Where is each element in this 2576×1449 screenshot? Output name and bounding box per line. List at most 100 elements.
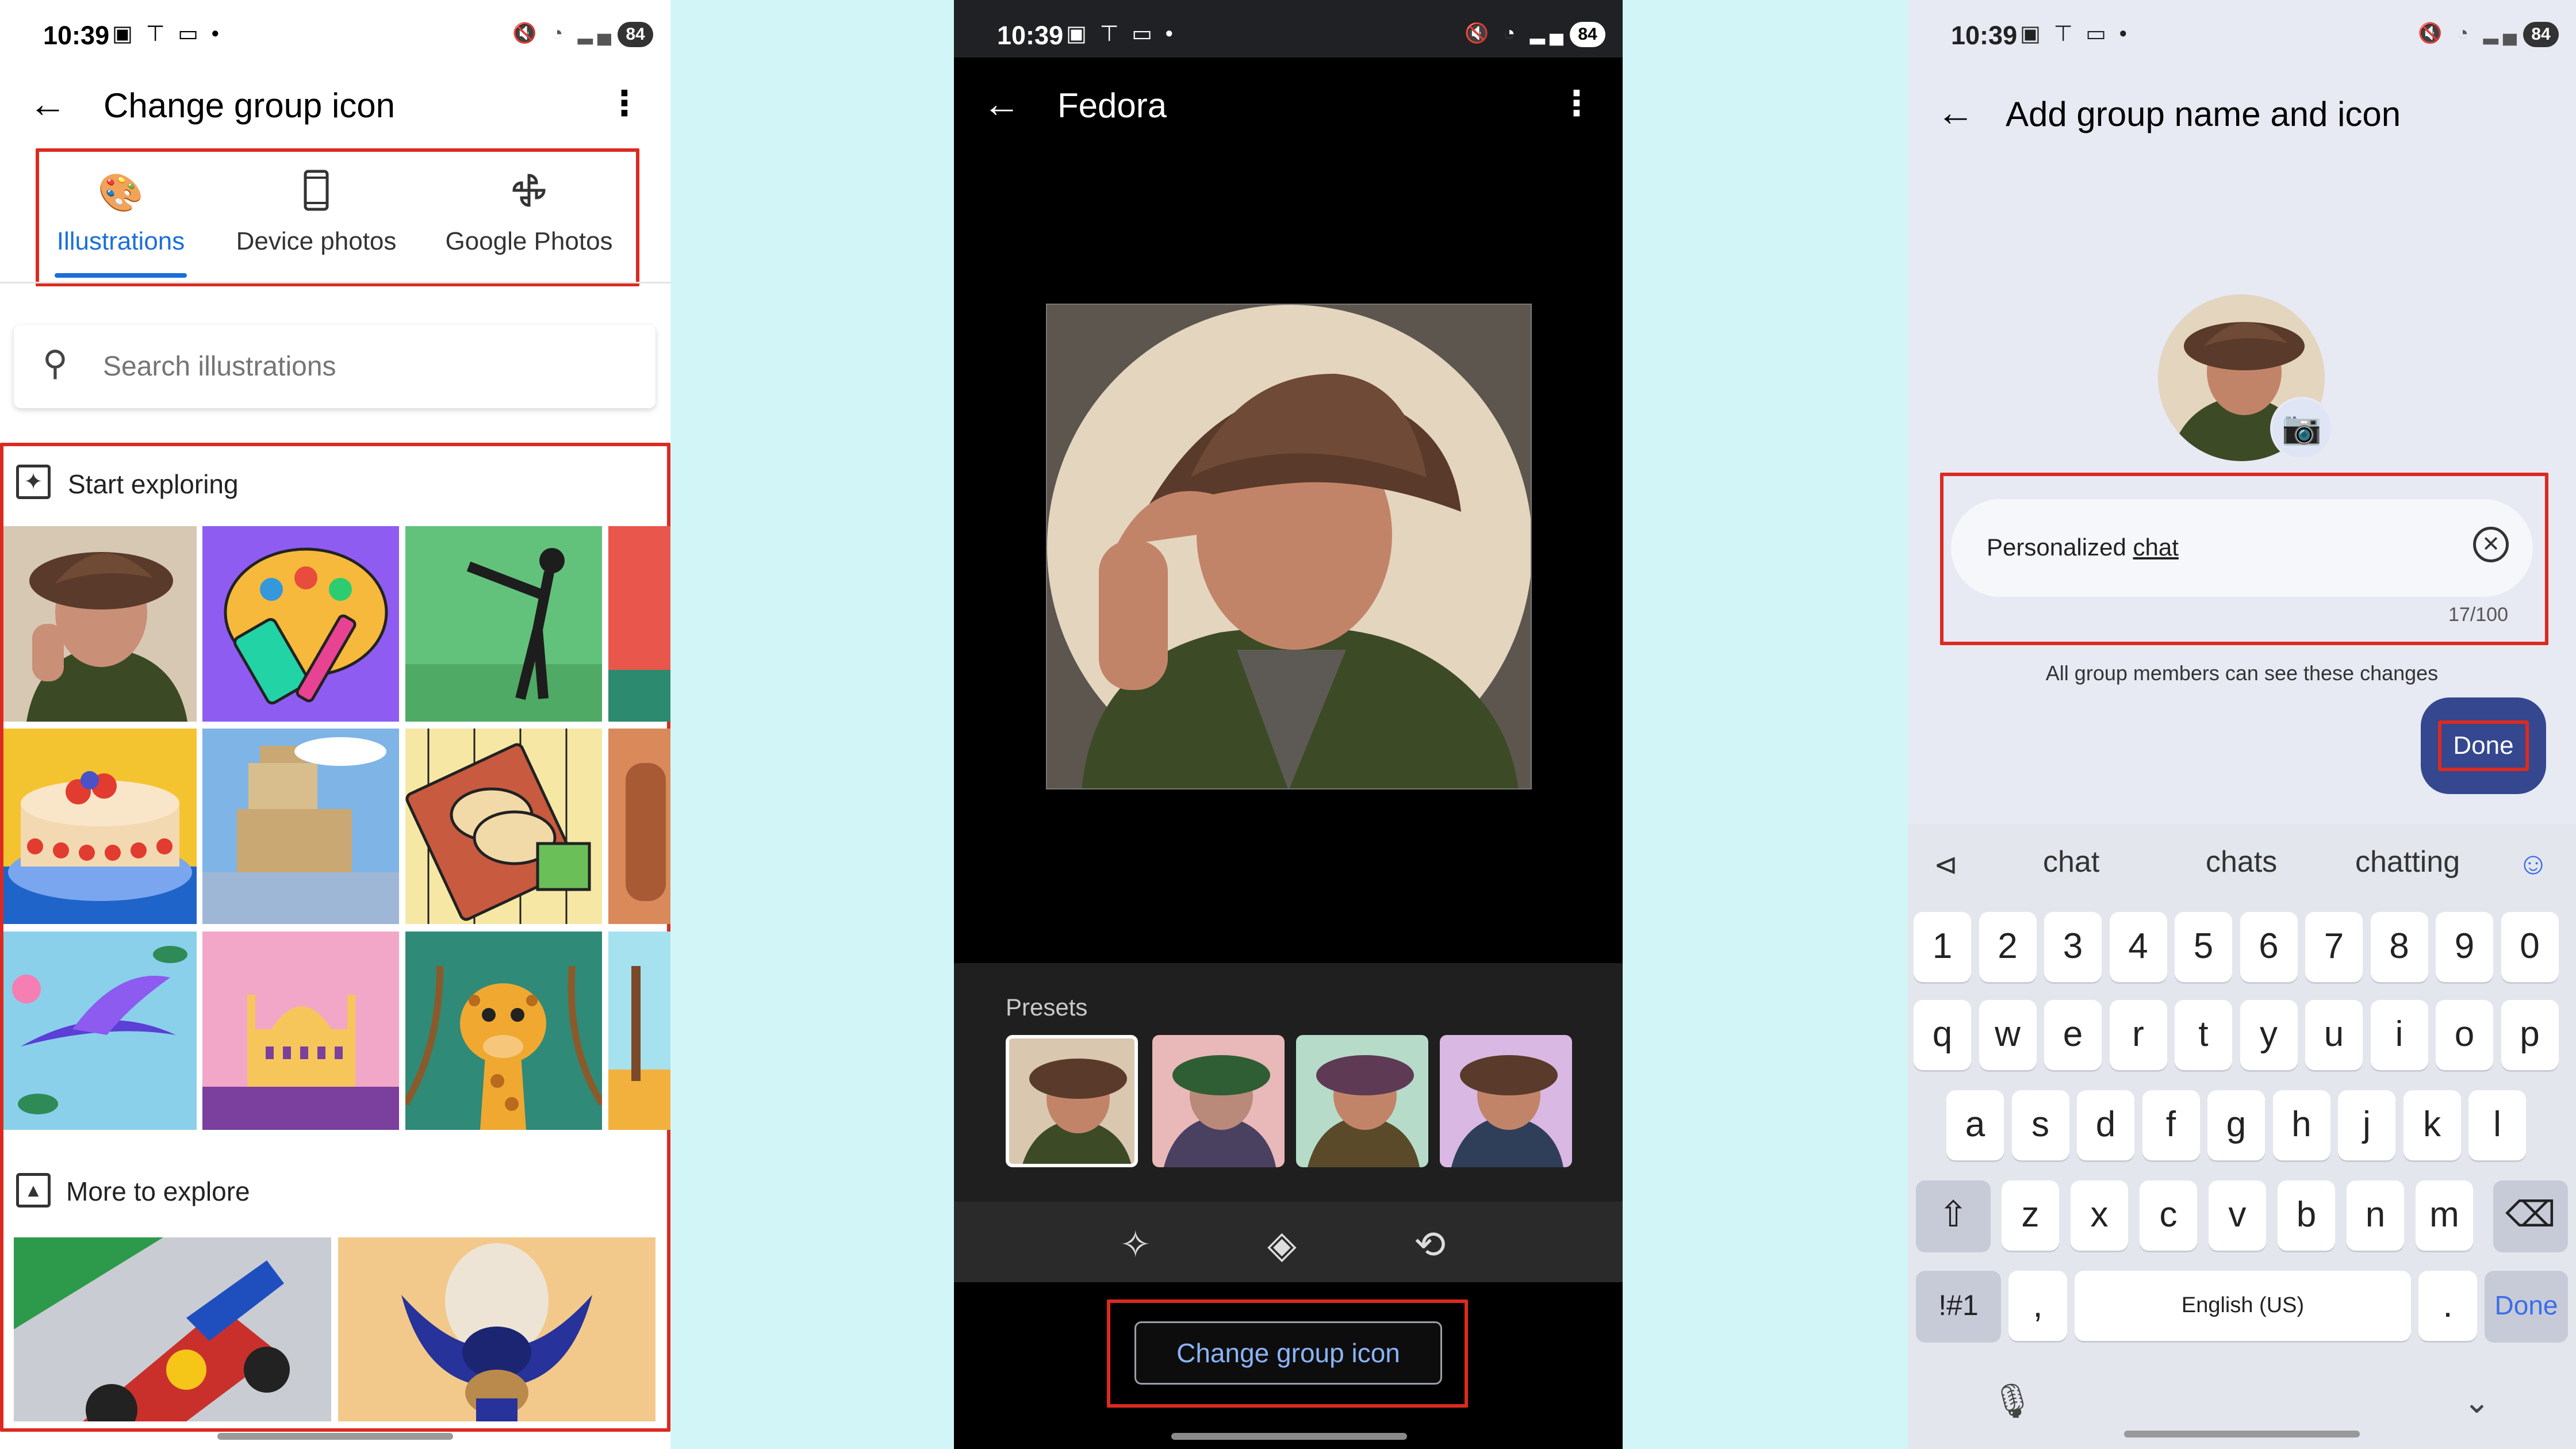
letter-key[interactable]: s bbox=[2011, 1090, 2069, 1160]
period-key[interactable]: . bbox=[2418, 1271, 2477, 1341]
letter-key[interactable]: l bbox=[2468, 1090, 2526, 1160]
back-arrow-icon[interactable]: ← bbox=[1937, 92, 1975, 132]
highlight-name-field bbox=[1940, 473, 2548, 645]
status-icons-right: 🔇 ◔ ▂▄ bbox=[2418, 22, 2521, 44]
symbols-key[interactable]: !#1 bbox=[1916, 1271, 2001, 1341]
illustration-tile-race-car[interactable] bbox=[14, 1237, 331, 1421]
hide-keyboard-icon[interactable]: ⌄ bbox=[2463, 1383, 2490, 1421]
letter-key[interactable]: c bbox=[2140, 1180, 2197, 1251]
letter-key[interactable]: a bbox=[1946, 1090, 2004, 1160]
space-key[interactable]: English (US) bbox=[2075, 1271, 2411, 1341]
microphone-icon[interactable]: 🎙 bbox=[1991, 1382, 2034, 1421]
highlight-change-button bbox=[1107, 1300, 1468, 1408]
suggestion-3[interactable]: chatting bbox=[2355, 845, 2460, 879]
done-key[interactable]: Done bbox=[2485, 1271, 2568, 1341]
number-key[interactable]: 0 bbox=[2501, 912, 2559, 982]
number-key[interactable]: 5 bbox=[2175, 912, 2232, 982]
keyboard: ⊲ chat chats chatting ☺ 1234567890 qwert… bbox=[1908, 824, 2576, 1449]
number-key[interactable]: 6 bbox=[2240, 912, 2298, 982]
preset-lilac[interactable] bbox=[1440, 1035, 1572, 1167]
backspace-key[interactable]: ⌫ bbox=[2493, 1180, 2568, 1251]
letter-key[interactable]: b bbox=[2278, 1180, 2335, 1251]
gallery-icon: ▲ bbox=[16, 1173, 51, 1208]
number-key[interactable]: 7 bbox=[2305, 912, 2363, 982]
camera-icon[interactable]: 📷 bbox=[2270, 397, 2333, 460]
illustration-tile-partial-1[interactable] bbox=[608, 526, 670, 722]
preset-mint[interactable] bbox=[1296, 1035, 1428, 1167]
status-icons-right: 🔇 ◔ ▂▄ bbox=[512, 22, 616, 44]
app-bar: ← Add group name and icon bbox=[1908, 86, 2576, 144]
illustration-tile-partial-3[interactable] bbox=[608, 931, 670, 1130]
sticker-icon[interactable]: ☺ bbox=[2517, 846, 2549, 881]
done-button[interactable]: Done bbox=[2438, 720, 2529, 771]
letter-key[interactable]: q bbox=[1914, 1000, 1971, 1070]
illustration-tile-scarab[interactable] bbox=[338, 1237, 656, 1421]
letter-key[interactable]: m bbox=[2416, 1180, 2473, 1251]
more-options-icon[interactable]: ⋮ bbox=[1559, 83, 1594, 124]
letter-key[interactable]: g bbox=[2207, 1090, 2265, 1160]
comma-key[interactable]: , bbox=[2008, 1271, 2067, 1341]
illustration-tile-tower[interactable] bbox=[202, 729, 399, 924]
letter-key[interactable]: n bbox=[2347, 1180, 2404, 1251]
letter-key[interactable]: v bbox=[2209, 1180, 2266, 1251]
battery-badge: 84 bbox=[1570, 22, 1605, 47]
number-key[interactable]: 9 bbox=[2436, 912, 2493, 982]
more-options-icon[interactable]: ⋮ bbox=[607, 83, 642, 124]
illustration-tile-cake[interactable] bbox=[3, 729, 197, 924]
letter-key[interactable]: t bbox=[2175, 1000, 2232, 1070]
letter-key[interactable]: o bbox=[2436, 1000, 2493, 1070]
letter-key[interactable]: u bbox=[2305, 1000, 2363, 1070]
letter-key[interactable]: k bbox=[2403, 1090, 2461, 1160]
illustration-tile-bird[interactable] bbox=[3, 931, 197, 1130]
illustration-tile-fedora[interactable] bbox=[3, 526, 197, 722]
back-arrow-icon[interactable]: ← bbox=[983, 83, 1021, 124]
search-input[interactable] bbox=[103, 348, 563, 385]
crop-rotate-icon[interactable]: ⟲ bbox=[1414, 1222, 1446, 1267]
status-icons-right: 🔇 ◔ ▂▄ bbox=[1465, 22, 1568, 44]
letter-key[interactable]: e bbox=[2044, 1000, 2102, 1070]
letter-key[interactable]: f bbox=[2142, 1090, 2200, 1160]
back-arrow-icon[interactable]: ← bbox=[29, 83, 67, 124]
search-bar[interactable]: ⚲ bbox=[14, 325, 656, 408]
crop-preview[interactable] bbox=[1046, 304, 1532, 789]
letter-key[interactable]: w bbox=[1979, 1000, 2037, 1070]
illustration-tile-giraffe[interactable] bbox=[405, 931, 602, 1130]
page-title: Fedora bbox=[1057, 86, 1167, 125]
preset-original[interactable] bbox=[1006, 1035, 1138, 1167]
sparkle-add-icon: ✦ bbox=[16, 465, 51, 499]
home-indicator bbox=[1171, 1433, 1407, 1440]
illustration-tile-partial-2[interactable] bbox=[608, 729, 670, 924]
suggestion-2[interactable]: chats bbox=[2206, 845, 2277, 879]
letter-key[interactable]: x bbox=[2071, 1180, 2128, 1251]
presets-label: Presets bbox=[1006, 994, 1088, 1021]
add-group-name-screen: 10:39 ▣ ⊤ ▭ • 🔇 ◔ ▂▄ 84 ← Add group name… bbox=[1908, 0, 2576, 1449]
letter-key[interactable]: h bbox=[2272, 1090, 2330, 1160]
magic-wand-icon[interactable]: ✧ bbox=[1120, 1222, 1151, 1267]
page-title: Add group name and icon bbox=[2006, 95, 2401, 133]
letter-key[interactable]: i bbox=[2370, 1000, 2428, 1070]
illustration-tile-mosque[interactable] bbox=[202, 931, 399, 1130]
paint-bucket-icon[interactable]: ◈ bbox=[1267, 1222, 1297, 1267]
number-key[interactable]: 8 bbox=[2370, 912, 2428, 982]
number-key[interactable]: 4 bbox=[2109, 912, 2167, 982]
number-key[interactable]: 1 bbox=[1914, 912, 1971, 982]
collapse-toolbar-icon[interactable]: ⊲ bbox=[1934, 848, 1958, 881]
illustration-tile-kick[interactable] bbox=[405, 526, 602, 722]
shift-key[interactable]: ⇧ bbox=[1916, 1180, 1991, 1251]
preset-pink[interactable] bbox=[1152, 1035, 1285, 1167]
illustration-tile-book-bread[interactable] bbox=[405, 729, 602, 924]
done-fab[interactable]: Done bbox=[2421, 697, 2546, 794]
letter-key[interactable]: p bbox=[2501, 1000, 2559, 1070]
letter-key[interactable]: j bbox=[2338, 1090, 2395, 1160]
battery-badge: 84 bbox=[618, 22, 653, 47]
letter-key[interactable]: z bbox=[2002, 1180, 2059, 1251]
letter-key[interactable]: y bbox=[2240, 1000, 2298, 1070]
status-time: 10:39 bbox=[997, 21, 1064, 50]
letter-key[interactable]: r bbox=[2109, 1000, 2167, 1070]
number-key[interactable]: 2 bbox=[1979, 912, 2037, 982]
number-key[interactable]: 3 bbox=[2044, 912, 2102, 982]
status-icons-left: ▣ ⊤ ▭ • bbox=[112, 22, 223, 46]
letter-key[interactable]: d bbox=[2077, 1090, 2134, 1160]
suggestion-1[interactable]: chat bbox=[2043, 845, 2099, 879]
illustration-tile-palette[interactable] bbox=[202, 526, 399, 722]
